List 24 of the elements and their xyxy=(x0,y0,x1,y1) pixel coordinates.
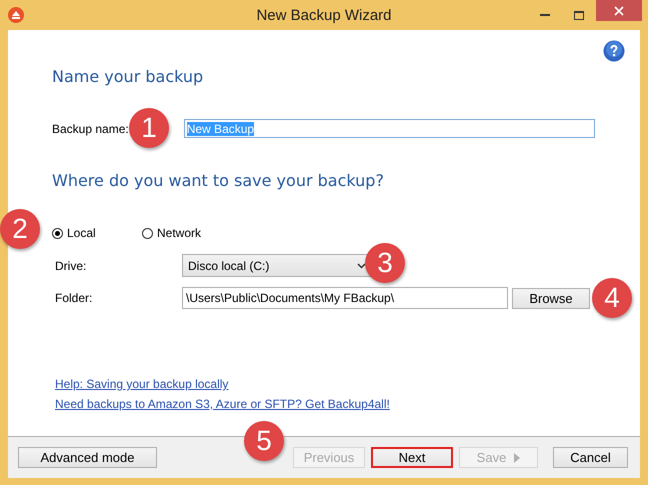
radio-button[interactable] xyxy=(52,228,63,238)
close-icon xyxy=(614,6,624,16)
help-link[interactable]: Help: Saving your backup locally xyxy=(55,377,228,391)
browse-button[interactable]: Browse xyxy=(512,288,590,308)
field-label: Folder: xyxy=(55,291,94,305)
help-link[interactable]: Need backups to Amazon S3, Azure or SFTP? Get Backup4all! xyxy=(55,397,390,411)
folder-field[interactable]: \Users\Public\Documents\My FBackup\ xyxy=(182,287,508,309)
radio-label[interactable]: Network xyxy=(157,226,202,240)
maximize-icon[interactable] xyxy=(574,10,584,20)
section-heading: Where do you want to save your backup? xyxy=(51,171,385,190)
section-heading: Name your backup xyxy=(51,67,204,86)
drive-dropdown[interactable]: Disco local (C:) xyxy=(182,254,372,277)
radio-label[interactable]: Local xyxy=(67,226,96,240)
field-label: Drive: xyxy=(55,258,88,272)
help-icon[interactable] xyxy=(603,40,625,62)
app-icon xyxy=(8,7,24,23)
field-label: Backup name: xyxy=(52,122,129,136)
dialog-button[interactable]: Advanced mode xyxy=(18,447,157,468)
close-button[interactable] xyxy=(596,0,642,21)
radio-button[interactable] xyxy=(142,228,153,238)
dialog-button[interactable]: Cancel xyxy=(553,447,628,468)
window-title: New Backup Wizard xyxy=(255,6,393,24)
next-button[interactable]: Next xyxy=(371,447,453,468)
chevron-icon xyxy=(357,262,366,268)
